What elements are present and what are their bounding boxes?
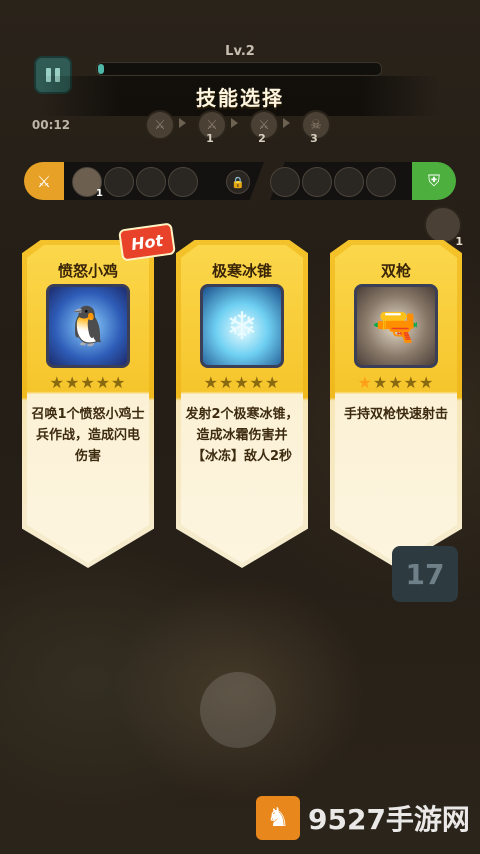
- level-label: Lv.2: [225, 44, 255, 59]
- star-empty-icon: ★: [111, 373, 127, 392]
- star-empty-icon: ★: [249, 373, 266, 392]
- watermark-text: 9527手游网: [308, 803, 470, 836]
- skill-slot[interactable]: [366, 167, 396, 197]
- star-empty-icon: ★: [388, 373, 404, 392]
- skill-slot[interactable]: [168, 167, 198, 197]
- skill-slot[interactable]: 1: [72, 167, 103, 199]
- card-title: 双枪: [380, 262, 411, 280]
- star-rating: ★★★★★: [330, 373, 462, 392]
- xp-bar-fill: [98, 64, 104, 74]
- step-arrow-icon: [179, 118, 186, 128]
- xp-bar: [96, 62, 382, 76]
- skill-slot[interactable]: [104, 167, 134, 197]
- horse-logo-icon: ♞: [256, 796, 300, 840]
- star-empty-icon: ★: [265, 373, 281, 392]
- page-title: 技能选择: [196, 85, 284, 110]
- star-empty-icon: ★: [49, 373, 65, 392]
- wave-steps: ⚔ ⚔ 1 ⚔ 2 ☠ 3: [145, 110, 335, 145]
- timer: 00:12: [31, 118, 71, 132]
- star-empty-icon: ★: [218, 373, 235, 392]
- skill-card-dual-pistols[interactable]: 双枪 🔫 ★★★★★ 手持双枪快速射击: [330, 240, 462, 568]
- card-title: 极寒冰锥: [211, 262, 272, 280]
- step-arrow-icon: [283, 118, 290, 128]
- step-number: 2: [258, 132, 266, 145]
- skill-slot-bar: ⚔ 1 🔒 ⛨: [24, 162, 456, 200]
- card-description: 发射2个极寒冰锥，造成冰霜伤害并【冰冻】敌人2秒: [185, 407, 299, 464]
- star-empty-icon: ★: [95, 373, 112, 392]
- star-empty-icon: ★: [80, 373, 96, 392]
- star-rating: ★★★★★: [22, 373, 154, 392]
- star-empty-icon: ★: [203, 373, 219, 392]
- card-description: 手持双枪快速射击: [343, 407, 448, 422]
- star-rating: ★★★★★: [176, 373, 308, 392]
- skill-card-angry-chicken[interactable]: 愤怒小鸡 🐧 ★★★★★ 召唤1个愤怒小鸡士兵作战，造成闪电伤害: [22, 240, 154, 568]
- dual-pistols-icon: 🔫: [354, 284, 438, 368]
- skill-slot[interactable]: [270, 167, 300, 197]
- slot-level: 1: [96, 188, 103, 199]
- skill-slot[interactable]: [334, 167, 364, 197]
- skill-card-ice-shard[interactable]: 极寒冰锥 ❄ ★★★★★ 发射2个极寒冰锥，造成冰霜伤害并【冰冻】敌人2秒: [176, 240, 308, 568]
- watermark: ♞ 9527手游网: [256, 796, 470, 840]
- angry-chicken-icon: 🐧: [46, 284, 130, 368]
- counter-tile: 17: [392, 546, 458, 602]
- skill-slot[interactable]: [136, 167, 166, 197]
- step-arrow-icon: [231, 118, 238, 128]
- step-sword-icon: ⚔: [145, 110, 175, 140]
- shield-icon: ⛨: [412, 162, 456, 200]
- star-empty-icon: ★: [403, 373, 420, 392]
- step-number: 3: [310, 132, 318, 145]
- star-empty-icon: ★: [372, 373, 389, 392]
- star-empty-icon: ★: [64, 373, 81, 392]
- sword-icon: ⚔: [24, 162, 64, 200]
- star-empty-icon: ★: [234, 373, 250, 392]
- joystick[interactable]: [200, 672, 276, 748]
- skill-slot[interactable]: [302, 167, 332, 197]
- star-empty-icon: ★: [419, 373, 435, 392]
- ice-shard-icon: ❄: [200, 284, 284, 368]
- card-description: 召唤1个愤怒小鸡士兵作战，造成闪电伤害: [31, 407, 145, 464]
- side-hero-avatar[interactable]: 1: [424, 206, 463, 248]
- step-number: 1: [206, 132, 214, 145]
- lock-icon: 🔒: [226, 170, 250, 194]
- star-filled-icon: ★: [357, 373, 373, 392]
- card-title: 愤怒小鸡: [57, 262, 118, 280]
